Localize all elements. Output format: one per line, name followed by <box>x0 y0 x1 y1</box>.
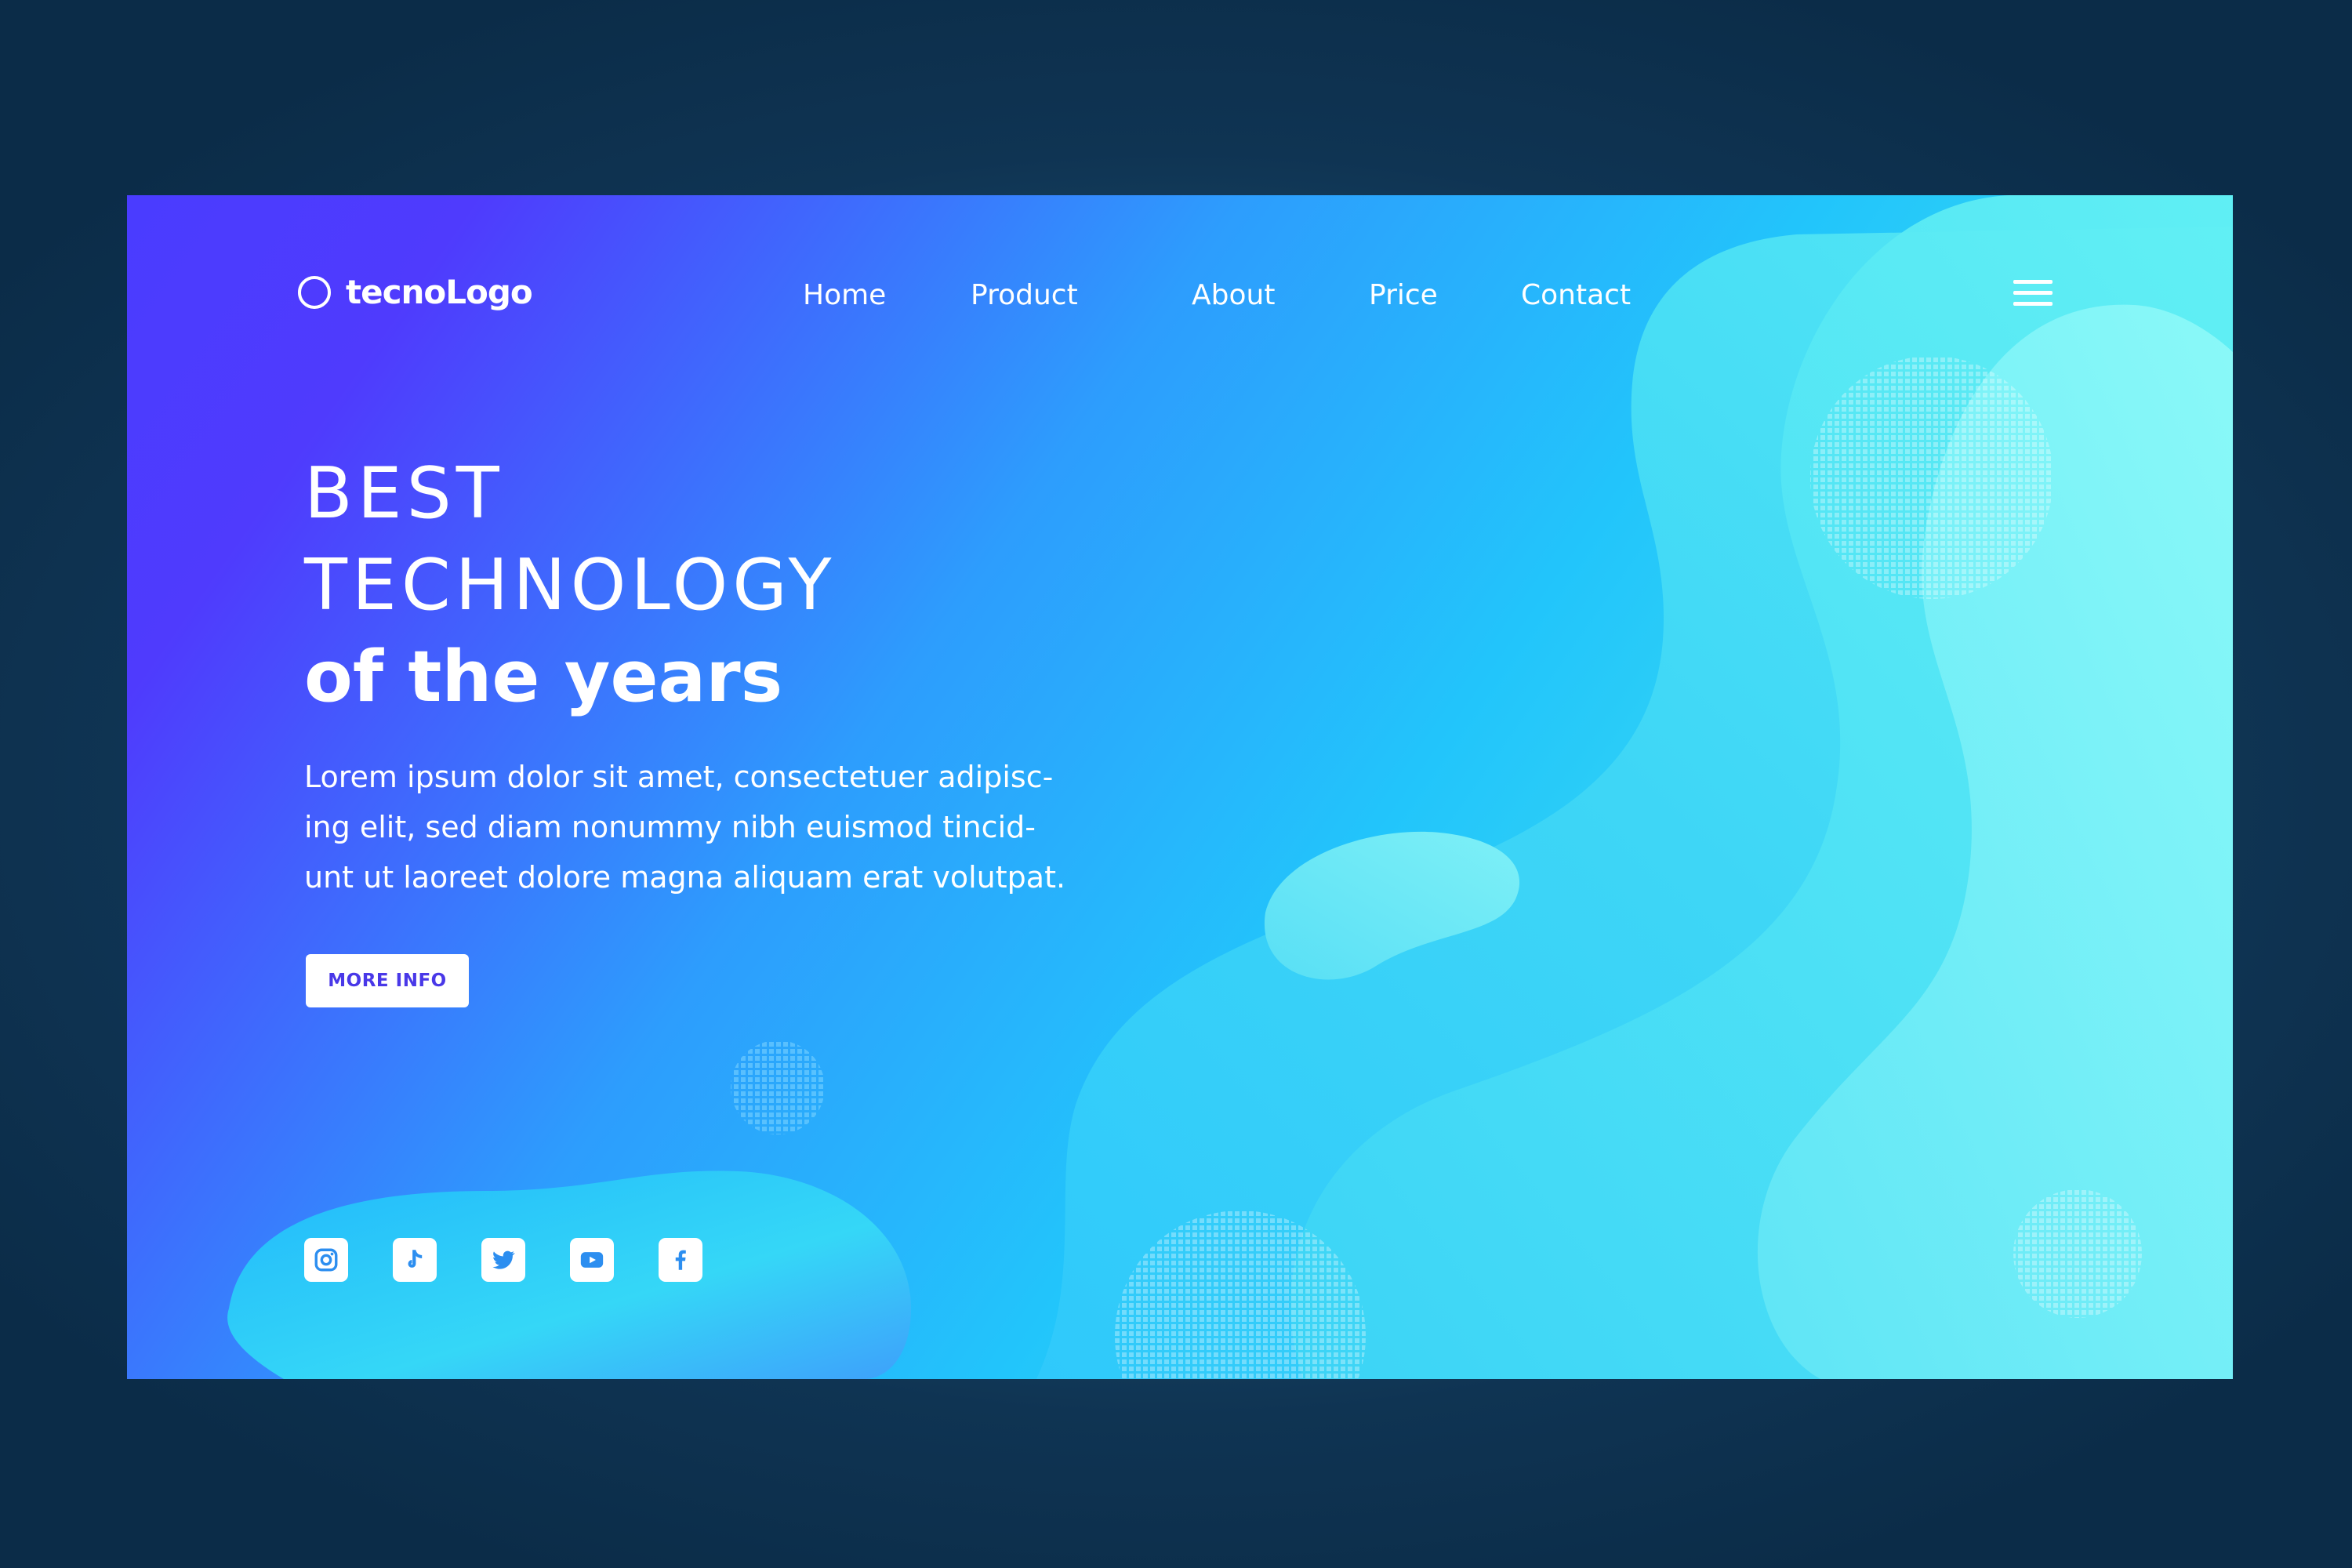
hero-title-line-3: of the years <box>304 636 783 718</box>
nav-item-about[interactable]: About <box>1192 275 1275 316</box>
more-info-button[interactable]: MORE INFO <box>306 954 469 1007</box>
instagram-icon[interactable] <box>304 1238 348 1282</box>
hero-title-line-2: TECHNOLOGY <box>304 544 837 626</box>
landing-page-frame: tecnoLogo Home Product About Price Conta… <box>127 195 2233 1379</box>
hero-description-line: ing elit, sed diam nonummy nibh euismod … <box>304 810 1036 844</box>
main-nav: Home Product About Price Contact <box>127 275 2233 316</box>
hero-description-line: Lorem ipsum dolor sit amet, consectetuer… <box>304 760 1054 794</box>
nav-item-contact[interactable]: Contact <box>1521 275 1631 316</box>
youtube-icon[interactable] <box>570 1238 614 1282</box>
hamburger-menu-icon[interactable] <box>2013 278 2053 308</box>
hero-title: BEST TECHNOLOGY of the years <box>304 448 837 723</box>
facebook-icon[interactable] <box>659 1238 702 1282</box>
nav-item-home[interactable]: Home <box>803 275 886 316</box>
nav-item-price[interactable]: Price <box>1369 275 1438 316</box>
nav-item-product[interactable]: Product <box>971 275 1078 316</box>
twitter-icon[interactable] <box>481 1238 525 1282</box>
hero-description-line: unt ut laoreet dolore magna aliquam erat… <box>304 860 1066 895</box>
hero-description: Lorem ipsum dolor sit amet, consectetuer… <box>304 752 1300 902</box>
hero-title-line-1: BEST <box>304 452 504 535</box>
tiktok-icon[interactable] <box>393 1238 437 1282</box>
